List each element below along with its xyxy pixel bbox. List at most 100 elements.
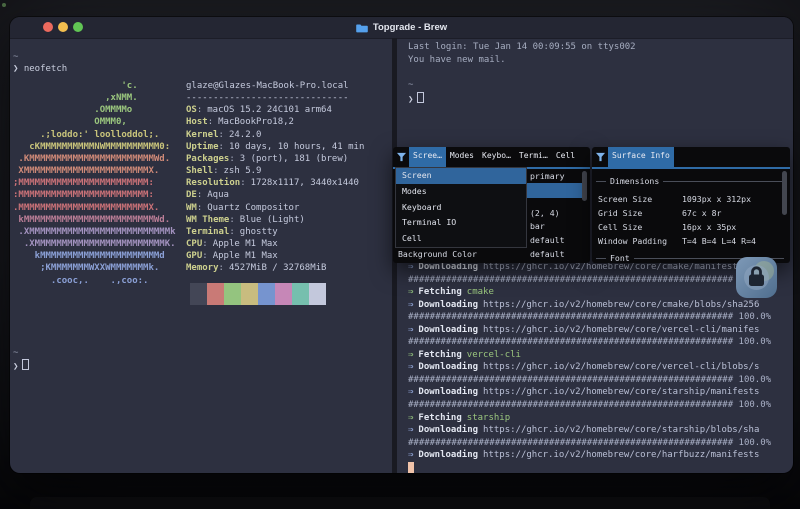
- filter-funnel-icon[interactable]: [393, 147, 409, 167]
- palette-swatch: [224, 283, 241, 294]
- info-row: WM Theme:Blue (Light): [186, 214, 364, 226]
- info-row: OS:macOS 15.2 24C101 arm64: [186, 104, 364, 116]
- tab-cell[interactable]: Cell: [552, 147, 579, 167]
- tab-screen[interactable]: Scree…: [409, 147, 446, 167]
- terminal-color-palette: [190, 283, 326, 305]
- ascii-line: cKMMMMMMMMMMNWMMMMMMMMMM0:: [13, 141, 176, 153]
- palette-swatch: [258, 294, 275, 305]
- fetch-line: ⇒Fetchingstarship: [408, 412, 791, 425]
- info-row: CPU:Apple M1 Max: [186, 238, 364, 250]
- table-label: Background Color: [398, 249, 477, 259]
- ascii-line: XMMMMMMMMMMMMMMMMMMMMMMMX.: [13, 165, 176, 177]
- palette-swatch: [241, 294, 258, 305]
- progress-line: ########################################…: [408, 336, 791, 349]
- cwd-line: ~: [408, 79, 413, 91]
- separator-line: [663, 181, 784, 182]
- tab-modes[interactable]: Modes: [446, 147, 478, 167]
- surface-info-body: Dimensions Screen Size 1093px x 312px Gr…: [592, 169, 790, 263]
- ascii-line: .cooc,. .,coo:.: [13, 275, 176, 287]
- menu-item-cell[interactable]: Cell: [396, 231, 526, 247]
- info-row: Terminal:ghostty: [186, 226, 364, 238]
- arrow-icon: ⇒: [408, 413, 413, 423]
- arrow-icon: ⇒: [408, 425, 413, 435]
- info-label: Window Padding: [598, 236, 667, 246]
- last-login-line: Last login: Tue Jan 14 00:09:55 on ttys0…: [408, 41, 636, 53]
- terminal-pane-neofetch[interactable]: ~ ❯ neofetch 'c. ,xNMM. .OMMMMo OMMM0, .…: [10, 38, 392, 473]
- ascii-line: kMMMMMMMMMMMMMMMMMMMMMMd: [13, 250, 176, 262]
- dock-hint[interactable]: [30, 497, 770, 509]
- progress-line: ########################################…: [408, 399, 791, 412]
- lock-icon[interactable]: [735, 256, 778, 299]
- download-line: ⇒Downloadinghttps://ghcr.io/v2/homebrew/…: [408, 386, 791, 399]
- inspector-tabbar: Scree… Modes Keybo… Termi… Cell: [393, 147, 590, 169]
- palette-swatch: [309, 294, 326, 305]
- palette-row: [190, 294, 326, 305]
- mail-line: You have new mail.: [408, 54, 506, 66]
- fetch-line: ⇒Fetchingcmake: [408, 286, 791, 299]
- info-row: Memory:4527MiB / 32768MiB: [186, 262, 364, 274]
- menu-item-screen[interactable]: Screen: [396, 168, 526, 184]
- window-title: Topgrade - Brew: [373, 22, 447, 33]
- ascii-line: ,xNMM.: [13, 92, 176, 104]
- table-value: default: [530, 249, 565, 259]
- info-row: GPU:Apple M1 Max: [186, 250, 364, 262]
- ascii-line: .XMMMMMMMMMMMMMMMMMMMMMMMMK.: [13, 238, 176, 250]
- info-value: 1093px x 312px: [682, 194, 751, 204]
- ascii-line: .XMMMMMMMMMMMMMMMMMMMMMMMMMMk: [13, 226, 176, 238]
- palette-swatch: [309, 283, 326, 294]
- tab-keyboard[interactable]: Keybo…: [478, 147, 515, 167]
- info-label: Cell Size: [598, 222, 642, 232]
- info-row: Kernel:24.2.0: [186, 129, 364, 141]
- info-row: Host:MacBookPro18,2: [186, 116, 364, 128]
- inspector-tabbar: Surface Info: [592, 147, 790, 169]
- info-row: Shell:zsh 5.9: [186, 165, 364, 177]
- neofetch-ascii-logo: 'c. ,xNMM. .OMMMMo OMMM0, .;loddo:' lool…: [13, 80, 176, 287]
- scrollbar[interactable]: [782, 171, 787, 215]
- info-value: T=4 B=4 L=4 R=4: [682, 236, 756, 246]
- info-row: Resolution:1728x1117, 3440x1440: [186, 177, 364, 189]
- desktop: Topgrade - Brew ~ ❯ neofetch 'c. ,xNMM. …: [0, 0, 800, 509]
- window-title-area: Topgrade - Brew: [10, 17, 793, 38]
- text-cursor-unfocused: [417, 92, 424, 103]
- download-line: ⇒Downloadinghttps://ghcr.io/v2/homebrew/…: [408, 324, 791, 337]
- palette-swatch: [190, 294, 207, 305]
- menu-item-keyboard[interactable]: Keyboard: [396, 200, 526, 216]
- ascii-line: kMMMMMMMMMMMMMMMMMMMMMMMMWd.: [13, 214, 176, 226]
- command-text: neofetch: [24, 64, 67, 74]
- cwd-line: ~: [13, 51, 18, 63]
- menu-item-modes[interactable]: Modes: [396, 184, 526, 200]
- table-value: default: [530, 235, 565, 245]
- palette-swatch: [292, 294, 309, 305]
- info-separator: ------------------------------: [186, 92, 364, 104]
- ascii-line: ;KMMMMMMMWXXWMMMMMMMk.: [13, 262, 176, 274]
- ascii-line: .KMMMMMMMMMMMMMMMMMMMMMMMWd.: [13, 153, 176, 165]
- arrow-icon: ⇒: [408, 350, 413, 360]
- section-header-dimensions: Dimensions: [592, 176, 790, 186]
- arrow-icon: ⇒: [408, 362, 413, 372]
- arrow-icon: ⇒: [408, 262, 413, 272]
- info-row: WM:Quartz Compositor: [186, 202, 364, 214]
- palette-row: [190, 283, 326, 294]
- download-line: ⇒Downloadinghttps://ghcr.io/v2/homebrew/…: [408, 361, 791, 374]
- prompt-symbol: ❯: [13, 362, 18, 372]
- fetch-line: ⇒Fetchingvercel-cli: [408, 349, 791, 362]
- command-line: ❯ neofetch: [13, 63, 67, 75]
- scrollbar[interactable]: [582, 171, 587, 201]
- info-value: 67c x 8r: [682, 208, 721, 218]
- tab-surface-info[interactable]: Surface Info: [608, 147, 674, 167]
- menu-item-terminal-io[interactable]: Terminal IO: [396, 215, 526, 231]
- brew-output: ⇒Downloadinghttps://ghcr.io/v2/homebrew/…: [408, 261, 791, 462]
- table-value: bar: [530, 221, 545, 231]
- filter-funnel-icon[interactable]: [592, 147, 608, 167]
- palette-swatch: [241, 283, 258, 294]
- arrow-icon: ⇒: [408, 450, 413, 460]
- info-row: Uptime:10 days, 10 hours, 41 min: [186, 141, 364, 153]
- table-value: (2, 4): [530, 208, 560, 218]
- tab-terminal-io[interactable]: Termi…: [515, 147, 552, 167]
- prompt-line: ❯: [408, 92, 424, 106]
- window-titlebar[interactable]: Topgrade - Brew: [10, 17, 793, 39]
- user-host: glaze@Glazes-MacBook-Pro.local: [186, 80, 364, 92]
- arrow-icon: ⇒: [408, 387, 413, 397]
- ascii-line: :MMMMMMMMMMMMMMMMMMMMMMMM:: [13, 189, 176, 201]
- info-label: Screen Size: [598, 194, 652, 204]
